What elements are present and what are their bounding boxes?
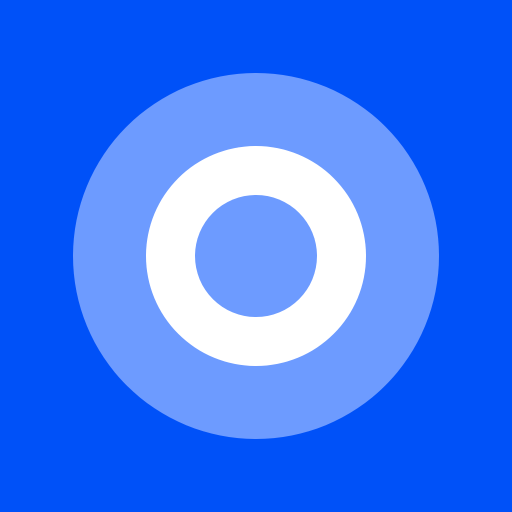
inner-disc	[195, 195, 317, 317]
app-icon-canvas	[0, 0, 512, 512]
